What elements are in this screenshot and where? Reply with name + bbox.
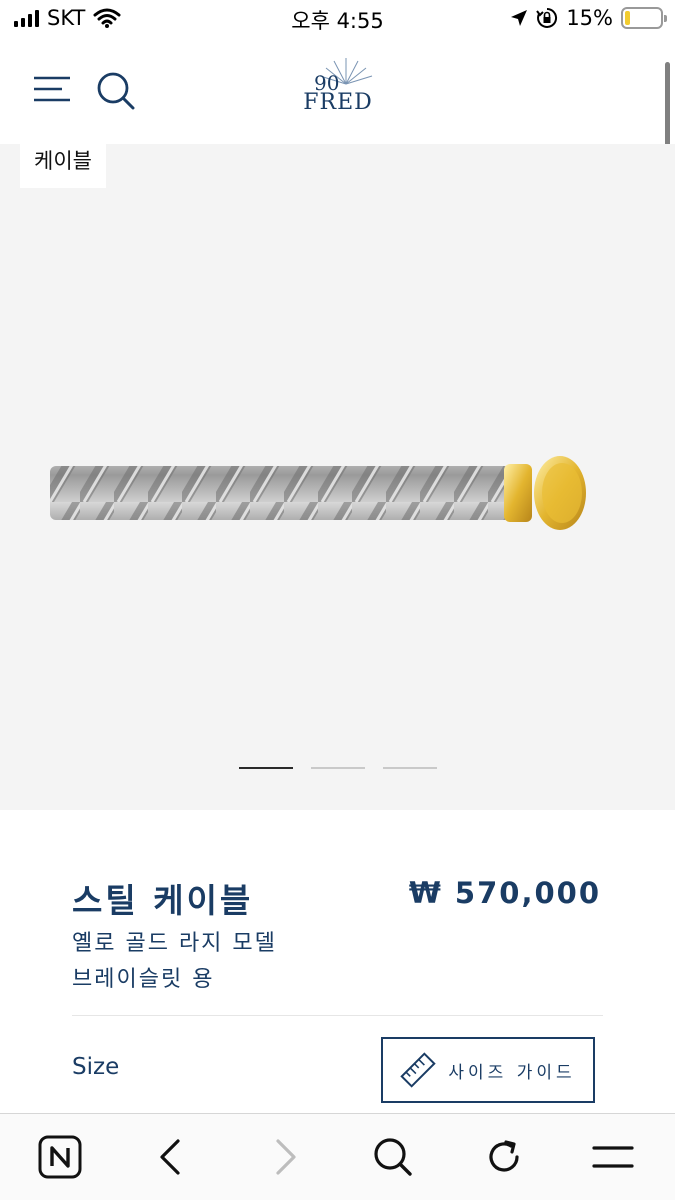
carousel-dot-2[interactable]	[310, 767, 365, 769]
browser-toolbar	[0, 1113, 675, 1200]
forward-icon	[276, 1139, 296, 1175]
menu-icon	[34, 76, 70, 102]
carousel-dot-1[interactable]	[238, 767, 293, 769]
search-icon	[97, 72, 135, 110]
back-icon	[160, 1139, 180, 1175]
carousel-dots	[0, 767, 675, 769]
product-price: ₩ 570,000	[408, 876, 601, 910]
battery-icon	[621, 7, 667, 29]
size-guide-label: 사이즈 가이드	[448, 1062, 576, 1083]
naver-home-button[interactable]	[37, 1134, 83, 1180]
logo-sunburst-icon: 90	[314, 58, 373, 94]
product-image	[50, 456, 586, 530]
product-gallery[interactable]: 케이블	[0, 144, 675, 810]
status-right: 15%	[510, 6, 667, 30]
logo-text: FRED	[303, 90, 373, 115]
fred-logo[interactable]: 90 FRED	[296, 54, 380, 126]
battery-percent: 15%	[566, 6, 613, 30]
reload-icon	[489, 1140, 519, 1172]
product-info: 스틸 케이블 ₩ 570,000 옐로 골드 라지 모델 브레이슬릿 용 Siz…	[0, 810, 675, 1110]
menu-icon	[592, 1146, 634, 1168]
category-tag: 케이블	[20, 144, 106, 188]
product-title: 스틸 케이블	[72, 881, 254, 920]
naver-n-icon	[38, 1135, 82, 1179]
location-icon	[511, 10, 528, 26]
search-button-toolbar[interactable]	[370, 1134, 416, 1180]
menu-button[interactable]	[32, 74, 72, 104]
back-button[interactable]	[148, 1134, 194, 1180]
product-subtitle: 옐로 골드 라지 모델 브레이슬릿 용	[72, 931, 277, 992]
battery-level	[625, 11, 630, 25]
menu-button-toolbar[interactable]	[590, 1134, 636, 1180]
status-bar: SKT 오후 4:55 15%	[0, 0, 675, 40]
size-guide-button[interactable]: 사이즈 가이드	[381, 1037, 595, 1103]
forward-button[interactable]	[262, 1134, 308, 1180]
size-label: Size	[72, 1054, 120, 1080]
search-button[interactable]	[95, 70, 137, 112]
rotation-lock-icon	[536, 7, 558, 28]
ruler-icon	[400, 1052, 437, 1088]
site-header: 90 FRED	[0, 40, 675, 144]
reload-button[interactable]	[481, 1134, 527, 1180]
carousel-dot-3[interactable]	[382, 767, 437, 769]
divider	[72, 1015, 603, 1016]
search-icon	[374, 1138, 412, 1176]
